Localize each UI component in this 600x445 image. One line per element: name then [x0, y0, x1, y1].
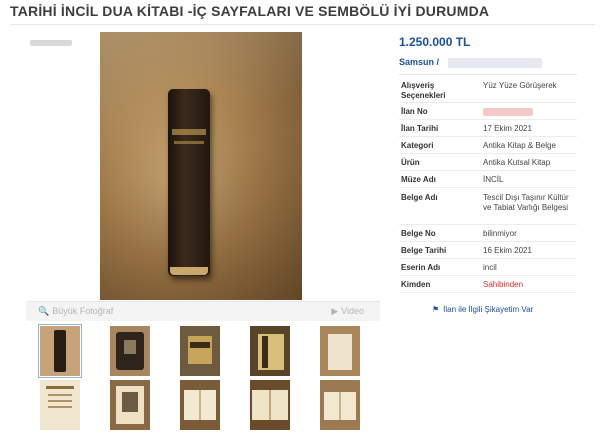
detail-row: Belge No bilinmiyor	[399, 225, 577, 242]
redacted-location	[448, 58, 542, 68]
video-button[interactable]: ▶ Video	[331, 306, 364, 317]
detail-row: Alışveriş Seçenekleri Yüz Yüze Görüşerek	[399, 76, 577, 103]
detail-value: Tescil Dışı Taşınır Kültür ve Tabiat Var…	[483, 193, 569, 212]
detail-row: İlan No	[399, 103, 577, 120]
complaint-label: İlan ile İlgili Şikayetim Var	[443, 305, 534, 314]
detail-label: Belge Tarihi	[401, 246, 447, 255]
gallery-toolbar: 🔍 Büyük Fotoğraf ▶ Video	[26, 301, 380, 321]
seller-type-link[interactable]: Sahibinden	[483, 280, 575, 290]
detail-row: Kategori Antika Kitap & Belge	[399, 137, 577, 154]
detail-label: Kimden	[401, 280, 431, 289]
detail-label: İlan No	[401, 107, 428, 116]
thumbnail[interactable]	[180, 326, 220, 376]
price: 1.250.000 TL	[399, 35, 471, 49]
detail-label: Alışveriş Seçenekleri	[401, 81, 446, 100]
book-image	[168, 89, 210, 276]
detail-label: Kategori	[401, 141, 434, 150]
blurred-logo	[30, 40, 72, 46]
detail-row: Eserin Adı incil	[399, 259, 577, 276]
complaint-link[interactable]: ⚑ İlan ile İlgili Şikayetim Var	[432, 305, 533, 314]
detail-value	[483, 107, 575, 117]
detail-value: bilinmiyor	[483, 229, 517, 238]
detail-row: İlan Tarihi 17 Ekim 2021	[399, 120, 577, 137]
detail-value: Yüz Yüze Görüşerek	[483, 81, 557, 90]
detail-value: 16 Ekim 2021	[483, 246, 532, 255]
thumbnail[interactable]	[320, 380, 360, 430]
detail-row: Belge Adı Tescil Dışı Taşınır Kültür ve …	[399, 188, 577, 225]
detail-value: Antika Kitap & Belge	[483, 141, 556, 150]
magnifier-icon: 🔍	[38, 306, 50, 316]
listing-title: TARİHİ İNCİL DUA KİTABI -İÇ SAYFALARI VE…	[10, 3, 490, 19]
detail-label: Belge Adı	[401, 193, 438, 202]
detail-label: Müze Adı	[401, 175, 436, 184]
detail-label: Eserin Adı	[401, 263, 441, 272]
thumbnail[interactable]	[40, 380, 80, 430]
thumbnail[interactable]	[110, 326, 150, 376]
main-photo[interactable]	[100, 32, 302, 300]
thumbnail[interactable]	[250, 380, 290, 430]
detail-label: Ürün	[401, 158, 420, 167]
title-divider	[10, 24, 595, 25]
flag-icon: ⚑	[432, 305, 440, 314]
thumbnail-grid	[26, 321, 380, 433]
large-photo-button[interactable]: 🔍 Büyük Fotoğraf	[38, 306, 113, 317]
video-label: Video	[341, 306, 364, 316]
detail-value: İNCİL	[483, 175, 504, 184]
thumbnail[interactable]	[180, 380, 220, 430]
thumbnail[interactable]	[320, 326, 360, 376]
thumbnail[interactable]	[38, 324, 82, 378]
detail-row: Müze Adı İNCİL	[399, 171, 577, 188]
thumbnail[interactable]	[110, 380, 150, 430]
location-divider	[399, 74, 577, 75]
detail-row: Kimden Sahibinden	[399, 276, 577, 293]
detail-row: Belge Tarihi 16 Ekim 2021	[399, 242, 577, 259]
detail-label: İlan Tarihi	[401, 124, 439, 133]
thumbnail[interactable]	[250, 326, 290, 376]
details-table: Alışveriş Seçenekleri Yüz Yüze Görüşerek…	[399, 76, 577, 293]
play-icon: ▶	[331, 306, 339, 316]
detail-label: Belge No	[401, 229, 436, 238]
detail-value: Antika Kutsal Kitap	[483, 158, 551, 167]
detail-value: incil	[483, 263, 497, 272]
large-photo-label: Büyük Fotoğraf	[52, 306, 114, 316]
redacted-listing-no	[483, 107, 533, 116]
location-link[interactable]: Samsun /	[399, 57, 439, 67]
detail-row: Ürün Antika Kutsal Kitap	[399, 154, 577, 171]
detail-value: 17 Ekim 2021	[483, 124, 532, 133]
